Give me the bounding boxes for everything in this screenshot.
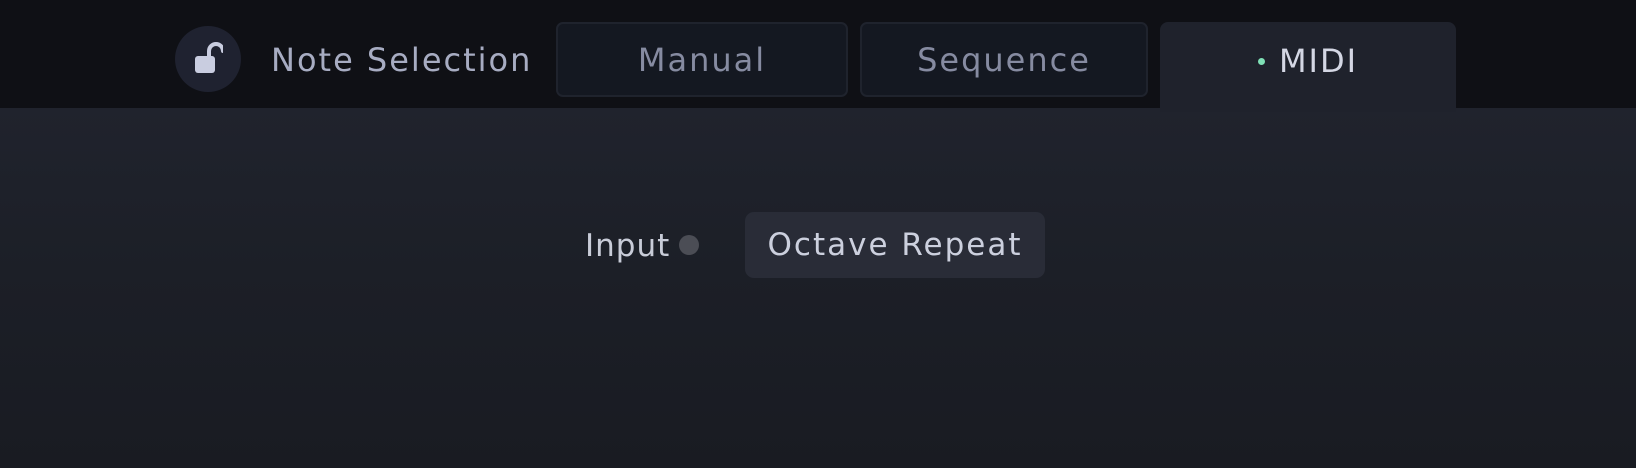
tab-sequence[interactable]: Sequence [860,22,1148,97]
input-label: Input [585,228,671,264]
active-indicator-dot [1257,57,1265,65]
tab-midi-label: MIDI [1278,42,1359,80]
tab-midi[interactable]: MIDI [1160,22,1456,112]
note-selection-window: Note Selection Manual Sequence MIDI Inpu… [0,0,1636,468]
unlock-icon [195,42,223,73]
tab-manual-label: Manual [637,40,767,79]
input-indicator [679,235,699,255]
midi-panel [0,108,1636,468]
tab-manual[interactable]: Manual [556,22,848,97]
tab-sequence-label: Sequence [917,40,1091,79]
lock-button[interactable] [175,26,241,92]
octave-repeat-label: Octave Repeat [767,227,1023,263]
octave-repeat-button[interactable]: Octave Repeat [745,212,1045,278]
page-title: Note Selection [271,41,533,79]
